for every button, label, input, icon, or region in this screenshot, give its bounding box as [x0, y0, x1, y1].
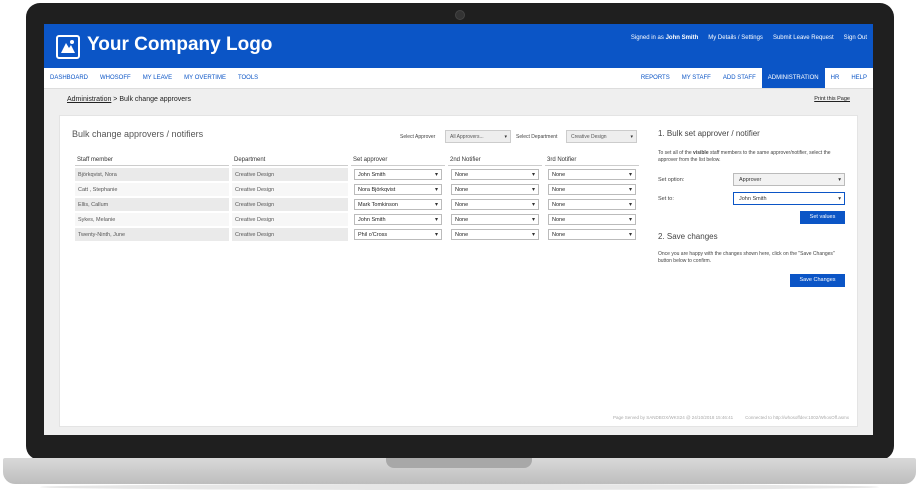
- col-3rd-notifier: 3rd Notifier: [545, 155, 639, 166]
- submit-leave-link[interactable]: Submit Leave Request: [773, 35, 834, 41]
- table-row: Björkqvist, Nora Creative Design John Sm…: [75, 168, 639, 181]
- approver-select[interactable]: John Smith: [354, 214, 442, 225]
- approver-select[interactable]: Phil o'Cross: [354, 229, 442, 240]
- select-department-dropdown[interactable]: Creative Design: [566, 130, 637, 143]
- select-approver-dropdown[interactable]: All Approvers...: [445, 130, 511, 143]
- signed-in-status: Signed in as John Smith: [630, 35, 699, 41]
- notifier3-select[interactable]: None: [548, 169, 636, 180]
- approver-select[interactable]: Mark Tomkinson: [354, 199, 442, 210]
- notifier2-select[interactable]: None: [451, 214, 539, 225]
- department-cell: Creative Design: [232, 198, 348, 211]
- save-changes-button[interactable]: Save Changes: [790, 274, 845, 287]
- laptop-notch: [386, 458, 532, 468]
- select-department-label: Select Department: [516, 134, 558, 140]
- select-approver-label: Select Approver: [400, 134, 436, 140]
- laptop-shadow: [40, 484, 879, 490]
- page-title: Bulk change approvers / notifiers: [72, 129, 204, 139]
- nav-my-overtime[interactable]: MY OVERTIME: [178, 68, 232, 88]
- set-to-label: Set to:: [658, 196, 674, 202]
- notifier3-select[interactable]: None: [548, 214, 636, 225]
- nav-my-leave[interactable]: MY LEAVE: [137, 68, 178, 88]
- table-row: Ellis, Callum Creative Design Mark Tomki…: [75, 198, 639, 211]
- nav-left: DASHBOARD WHOSOFF MY LEAVE MY OVERTIME T…: [44, 68, 264, 88]
- table-row: Catt , Stephanie Creative Design Nora Bj…: [75, 183, 639, 196]
- col-2nd-notifier: 2nd Notifier: [448, 155, 542, 166]
- department-cell: Creative Design: [232, 228, 348, 241]
- set-option-dropdown[interactable]: Approver: [733, 173, 845, 186]
- served-info: Page Served by SANDBOX/WKS24 @ 24/10/201…: [612, 415, 734, 420]
- screen: Your Company Logo Signed in as John Smit…: [44, 24, 873, 435]
- staff-name: Ellis, Callum: [75, 198, 229, 211]
- notifier3-select[interactable]: None: [548, 184, 636, 195]
- connected-info: Connected to http://whosoffdev:1002/Whos…: [745, 415, 849, 420]
- section2-title: 2. Save changes: [658, 232, 718, 241]
- breadcrumb-root-link[interactable]: Administration: [67, 96, 111, 103]
- nav-dashboard[interactable]: DASHBOARD: [44, 68, 94, 88]
- top-links: Signed in as John Smith My Details / Set…: [631, 35, 867, 41]
- notifier3-select[interactable]: None: [548, 229, 636, 240]
- col-set-approver: Set approver: [351, 155, 445, 166]
- sign-out-link[interactable]: Sign Out: [844, 35, 867, 41]
- breadcrumb: Administration > Bulk change approvers: [67, 96, 191, 103]
- set-to-dropdown[interactable]: John Smith: [733, 192, 845, 205]
- nav-reports[interactable]: REPORTS: [635, 68, 676, 88]
- nav-help[interactable]: HELP: [845, 68, 873, 88]
- staff-name: Sykes, Melanie: [75, 213, 229, 226]
- page-footer: Page Served by SANDBOX/WKS24 @ 24/10/201…: [613, 415, 849, 420]
- approver-select[interactable]: John Smith: [354, 169, 442, 180]
- camera-icon: [455, 10, 465, 20]
- content-panel: Bulk change approvers / notifiers Select…: [59, 115, 858, 427]
- company-logo-text[interactable]: Your Company Logo: [87, 34, 272, 56]
- nav-tools[interactable]: TOOLS: [232, 68, 264, 88]
- notifier2-select[interactable]: None: [451, 169, 539, 180]
- nav-administration[interactable]: ADMINISTRATION: [761, 68, 825, 88]
- department-cell: Creative Design: [232, 168, 348, 181]
- notifier3-select[interactable]: None: [548, 199, 636, 210]
- notifier2-select[interactable]: None: [451, 229, 539, 240]
- print-page-link[interactable]: Print this Page: [814, 96, 850, 102]
- my-details-link[interactable]: My Details / Settings: [708, 35, 763, 41]
- main-nav: DASHBOARD WHOSOFF MY LEAVE MY OVERTIME T…: [44, 68, 873, 89]
- notifier2-select[interactable]: None: [451, 199, 539, 210]
- set-option-label: Set option:: [658, 177, 685, 183]
- nav-whosoff[interactable]: WHOSOFF: [94, 68, 137, 88]
- approvers-table: Staff member Department Set approver 2nd…: [72, 153, 642, 243]
- nav-hr[interactable]: HR: [825, 68, 846, 88]
- table-row: Twenty-Ninth, June Creative Design Phil …: [75, 228, 639, 241]
- nav-add-staff[interactable]: ADD STAFF: [717, 68, 762, 88]
- notifier2-select[interactable]: None: [451, 184, 539, 195]
- set-values-button[interactable]: Set values: [800, 211, 845, 224]
- department-cell: Creative Design: [232, 213, 348, 226]
- approver-select[interactable]: Nora Björkqvist: [354, 184, 442, 195]
- table-row: Sykes, Melanie Creative Design John Smit…: [75, 213, 639, 226]
- staff-name: Twenty-Ninth, June: [75, 228, 229, 241]
- section1-title: 1. Bulk set approver / notifier: [658, 129, 760, 138]
- section1-text: To set all of the visible staff members …: [658, 150, 831, 163]
- company-logo-icon: [56, 35, 80, 59]
- staff-name: Björkqvist, Nora: [75, 168, 229, 181]
- nav-my-staff[interactable]: MY STAFF: [676, 68, 717, 88]
- col-department: Department: [232, 155, 348, 166]
- top-bar: Your Company Logo Signed in as John Smit…: [44, 24, 873, 68]
- staff-name: Catt , Stephanie: [75, 183, 229, 196]
- breadcrumb-current: Bulk change approvers: [119, 96, 191, 103]
- section2-text: Once you are happy with the changes show…: [658, 251, 835, 264]
- col-staff-member: Staff member: [75, 155, 229, 166]
- nav-right: REPORTS MY STAFF ADD STAFF ADMINISTRATIO…: [635, 68, 873, 88]
- department-cell: Creative Design: [232, 183, 348, 196]
